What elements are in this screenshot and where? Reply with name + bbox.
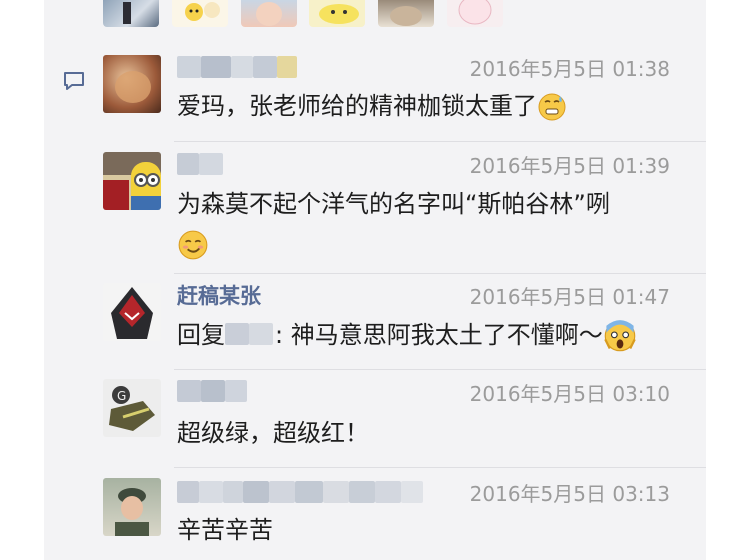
baby-photo-icon	[256, 2, 282, 26]
grimacing-sweat-emoji-icon	[538, 93, 566, 121]
comment-text: 辛苦辛苦	[177, 516, 273, 544]
comment-text: 超级绿，超级红！	[177, 419, 369, 447]
comment-timestamp: 2016年5月5日 01:39	[469, 154, 670, 178]
minion-photo-icon	[103, 162, 161, 210]
comment-body: : 神马意思阿我太土了不懂啊～	[275, 321, 603, 349]
svg-text:G: G	[117, 389, 126, 403]
divider	[174, 467, 706, 468]
divider	[174, 369, 706, 370]
person-photo-icon	[123, 2, 131, 24]
comment-body: 为森莫不起个洋气的名字叫“斯帕谷林”咧	[177, 190, 610, 218]
commenter-name-blurred[interactable]	[177, 153, 223, 175]
avatar[interactable]	[103, 283, 161, 341]
sketch-character-icon: G	[109, 386, 155, 431]
liker-avatar[interactable]	[103, 0, 159, 27]
commenter-name-blurred[interactable]	[177, 56, 297, 78]
liker-avatar[interactable]	[378, 0, 434, 27]
divider	[174, 141, 706, 142]
hooded-figure-icon	[111, 287, 153, 339]
avatar[interactable]	[103, 55, 161, 113]
comment-text: 爱玛，张老师给的精神枷锁太重了	[177, 86, 687, 126]
scream-emoji-icon	[603, 320, 636, 352]
pink-cartoon-icon	[458, 0, 492, 25]
comment-timestamp: 2016年5月5日 01:47	[469, 285, 670, 309]
liker-avatar[interactable]	[172, 0, 228, 27]
yellow-cartoon-icon	[319, 4, 359, 24]
comment-timestamp: 2016年5月5日 03:13	[469, 482, 670, 506]
person-photo-icon	[115, 488, 149, 536]
liker-avatar[interactable]	[309, 0, 365, 27]
reply-target-blurred[interactable]	[225, 323, 275, 345]
comment-timestamp: 2016年5月5日 01:38	[469, 57, 670, 81]
comment-icon	[64, 72, 84, 90]
avatar[interactable]	[103, 152, 161, 210]
comment-text: 为森莫不起个洋气的名字叫“斯帕谷林”咧	[177, 184, 687, 264]
liker-avatar[interactable]	[447, 0, 503, 27]
commenter-name-blurred[interactable]	[177, 380, 247, 402]
avatar[interactable]	[103, 478, 161, 536]
avatar[interactable]: G	[103, 379, 161, 437]
commenter-name-blurred[interactable]	[177, 481, 423, 503]
divider	[174, 273, 706, 274]
smirk-emoji-icon	[178, 230, 208, 260]
liker-avatar[interactable]	[241, 0, 297, 27]
comment-timestamp: 2016年5月5日 03:10	[469, 382, 670, 406]
commenter-name[interactable]: 赶稿某张	[177, 283, 261, 309]
pet-photo-icon	[115, 71, 151, 103]
reply-prefix: 回复	[177, 321, 225, 349]
cartoon-icon	[185, 2, 220, 21]
comment-body: 爱玛，张老师给的精神枷锁太重了	[177, 92, 537, 120]
cat-photo-icon	[390, 6, 422, 26]
comment-text: 回复 : 神马意思阿我太土了不懂啊～	[177, 315, 697, 355]
